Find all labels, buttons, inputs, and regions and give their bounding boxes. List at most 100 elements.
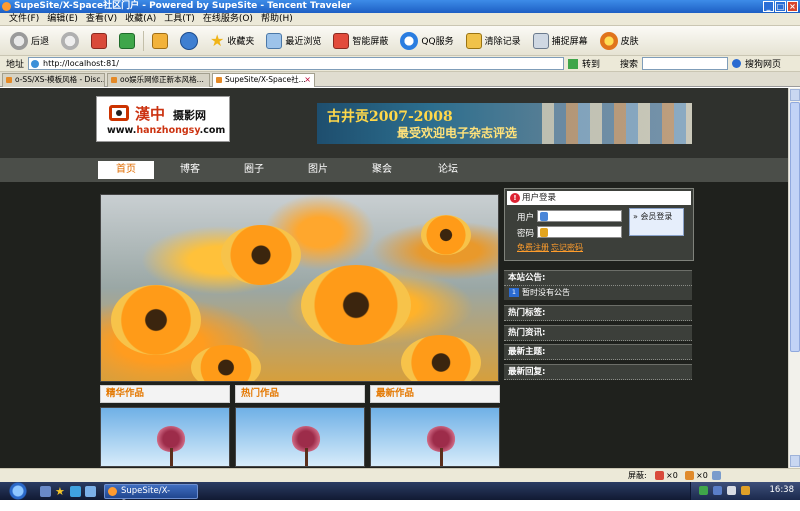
menu-favorites[interactable]: 收藏(A) — [125, 13, 156, 25]
site-logo[interactable]: 漢中 摄影网 www.hanzhongsy.com — [96, 96, 230, 142]
menu-tools[interactable]: 工具(T) — [164, 13, 195, 25]
browser-tab-active[interactable]: SupeSite/X-Space社... × — [212, 73, 315, 87]
go-arrow-icon[interactable] — [568, 58, 579, 69]
trunk-shape — [170, 448, 173, 466]
favorites-button[interactable]: ★ 收藏夹 — [206, 29, 258, 53]
address-input[interactable]: http://localhost:81/ — [28, 57, 565, 70]
search-engine-icon[interactable] — [732, 59, 742, 68]
menu-help[interactable]: 帮助(H) — [261, 13, 293, 25]
nav-images[interactable]: 图片 — [290, 161, 346, 179]
minimize-button[interactable]: _ — [763, 1, 774, 12]
notice-item: 暂时没有公告 — [504, 286, 692, 300]
home-icon — [152, 32, 169, 49]
qq-service-button[interactable]: QQ服务 — [396, 29, 457, 53]
show-desktop-icon[interactable] — [40, 486, 51, 497]
hero-image[interactable] — [100, 194, 499, 382]
section-title[interactable]: 热门作品 — [235, 385, 365, 403]
latest-replies-panel: 最新回复: — [504, 364, 692, 380]
stop-button[interactable] — [87, 29, 111, 53]
taskbar-browser-item[interactable]: SupeSite/X-Space... — [104, 484, 198, 509]
menu-view[interactable]: 查看(V) — [86, 13, 117, 25]
volume-icon[interactable] — [713, 486, 722, 495]
smart-screen-button[interactable]: 智能屏蔽 — [329, 29, 392, 53]
login-button[interactable]: » 会员登录 — [629, 208, 684, 236]
section-featured: 精华作品 — [100, 385, 230, 467]
star-quicklaunch-icon[interactable]: ★ — [55, 486, 66, 497]
network-icon[interactable] — [699, 486, 708, 495]
skin-button[interactable]: 皮肤 — [596, 29, 643, 53]
media-quicklaunch-icon[interactable] — [70, 486, 81, 497]
start-button[interactable] — [0, 482, 36, 500]
capture-screen-button[interactable]: 捕捉屏幕 — [529, 29, 592, 53]
maximize-button[interactable]: □ — [775, 1, 786, 12]
logo-url: www.hanzhongsy.com — [107, 125, 226, 136]
browser-toolbar: 后退 ★ 收藏夹 最近浏览 智能屏蔽 QQ服务 清除记录 捕捉屏幕 皮肤 — [0, 26, 800, 56]
address-label: 地址 — [6, 60, 25, 70]
window-switch-icon[interactable] — [85, 486, 96, 497]
refresh-button[interactable] — [115, 29, 139, 53]
password-label: 密码 — [517, 229, 535, 239]
nav-forum[interactable]: 论坛 — [420, 161, 476, 179]
skin-icon — [599, 31, 618, 50]
section-thumbnail[interactable] — [235, 407, 365, 467]
window-title: SupeSite/X-Space社区门户 - Powered by SupeSi… — [14, 1, 352, 11]
scroll-up-button[interactable] — [790, 89, 800, 101]
close-tab-icon[interactable]: × — [304, 74, 311, 86]
ad-banner[interactable]: 古井贡2007-2008 最受欢迎电子杂志评选 — [317, 103, 692, 144]
tab-bar: o-SS/XS-模板风格 - Disc... oo娱乐网修正新本风格... Su… — [0, 72, 800, 87]
clear-history-button[interactable]: 清除记录 — [462, 29, 525, 53]
nav-home[interactable]: 首页 — [98, 161, 154, 179]
popup-block-icon[interactable] — [655, 471, 664, 480]
scissors-icon — [532, 32, 549, 49]
register-link[interactable]: 免费注册 — [517, 242, 549, 253]
menu-edit[interactable]: 编辑(E) — [47, 13, 78, 25]
browser-tab[interactable]: o-SS/XS-模板风格 - Disc... — [2, 73, 105, 87]
section-title[interactable]: 最新作品 — [370, 385, 500, 403]
monitor-icon[interactable] — [727, 486, 736, 495]
qq-tray-icon[interactable] — [741, 486, 750, 495]
zoom-icon[interactable] — [712, 471, 721, 480]
site-header: 漢中 摄影网 www.hanzhongsy.com 古井贡2007-2008 最… — [0, 88, 788, 158]
home-button[interactable] — [148, 29, 172, 53]
flower-shape — [421, 215, 471, 255]
vertical-scrollbar[interactable] — [788, 88, 800, 468]
section-thumbnail[interactable] — [370, 407, 500, 467]
username-input[interactable] — [537, 210, 622, 222]
close-window-button[interactable]: × — [787, 1, 798, 12]
browser-tab[interactable]: oo娱乐网修正新本风格... — [107, 73, 210, 87]
history-button[interactable] — [176, 29, 202, 53]
forward-button[interactable] — [57, 29, 83, 53]
flower-shape — [301, 265, 411, 345]
logo-text-cn: 漢中 — [135, 105, 166, 123]
go-button[interactable]: 转到 — [582, 57, 600, 70]
address-bar: 地址 http://localhost:81/ 转到 搜索 搜狗网页 — [0, 56, 800, 72]
search-input[interactable] — [642, 57, 729, 70]
search-engine-select[interactable]: 搜狗网页 — [745, 57, 781, 70]
clock-icon — [180, 31, 199, 50]
clear-history-icon — [465, 32, 482, 49]
smart-screen-icon — [333, 32, 350, 49]
search-label: 搜索 — [620, 60, 639, 70]
flower-shape — [111, 285, 201, 355]
featured-sections: 精华作品 热门作品 最新作品 — [100, 385, 502, 467]
notice-panel: 本站公告: 暂时没有公告 — [504, 270, 692, 300]
ad-block-icon[interactable] — [685, 471, 694, 480]
nav-circle[interactable]: 圈子 — [226, 161, 282, 179]
scroll-thumb[interactable] — [790, 102, 800, 352]
forgot-password-link[interactable]: 忘记密码 — [551, 242, 583, 253]
nav-gathering[interactable]: 聚会 — [354, 161, 410, 179]
back-button[interactable]: 后退 — [6, 29, 53, 53]
hot-tags-title: 热门标签: — [504, 306, 692, 321]
star-icon: ★ — [210, 31, 225, 50]
hot-news-title: 热门资讯: — [504, 326, 692, 341]
recent-button[interactable]: 最近浏览 — [262, 29, 325, 53]
scroll-down-button[interactable] — [790, 455, 800, 467]
menu-file[interactable]: 文件(F) — [9, 13, 39, 25]
section-thumbnail[interactable] — [100, 407, 230, 467]
section-title[interactable]: 精华作品 — [100, 385, 230, 403]
nav-blog[interactable]: 博客 — [162, 161, 218, 179]
recent-pages-icon — [266, 32, 283, 49]
menu-online-service[interactable]: 在线服务(O) — [203, 13, 253, 25]
window-titlebar: SupeSite/X-Space社区门户 - Powered by SupeSi… — [0, 0, 800, 13]
password-input[interactable] — [537, 226, 622, 238]
